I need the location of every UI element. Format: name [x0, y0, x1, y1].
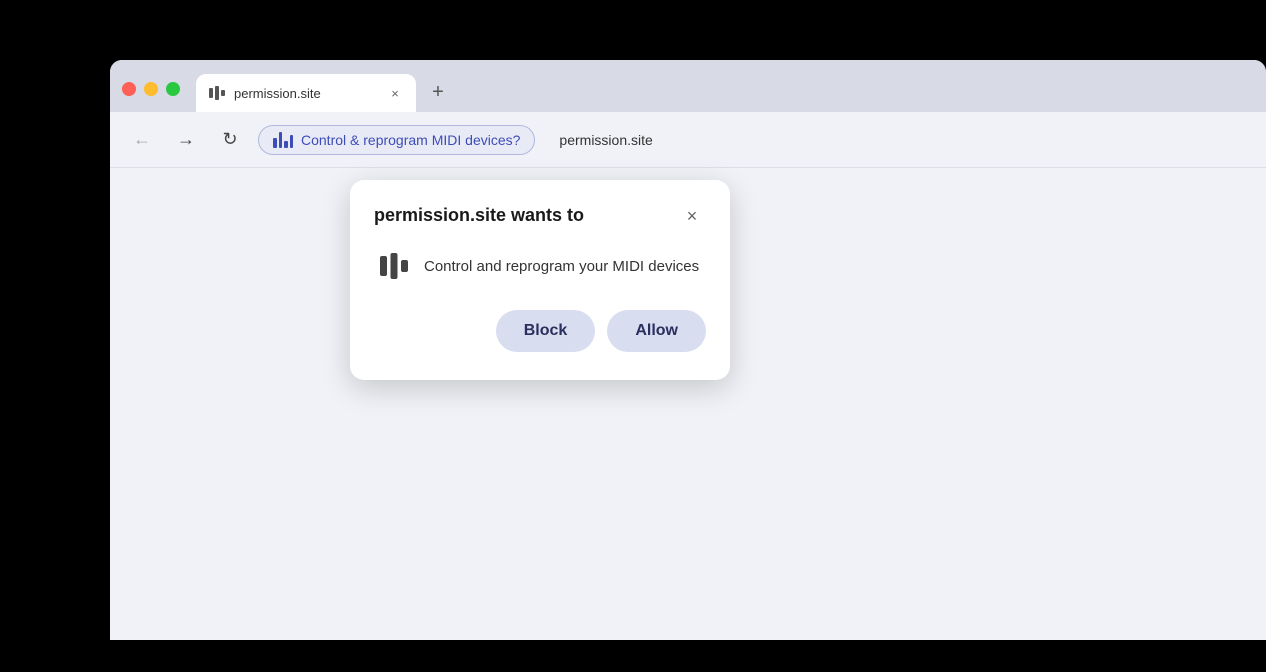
dialog-description-text: Control and reprogram your MIDI devices [424, 256, 699, 277]
forward-button[interactable]: → [170, 124, 202, 156]
close-window-button[interactable] [122, 82, 136, 96]
new-tab-button[interactable]: + [424, 78, 452, 106]
page-content: permission.site wants to × Control and r… [110, 168, 1266, 640]
toolbar: ← → ↻ Control & reprogram MIDI devices? … [110, 112, 1266, 168]
dialog-header: permission.site wants to × [374, 204, 706, 230]
midi-device-icon [378, 250, 410, 282]
tab-bar: permission.site × + [110, 60, 1266, 112]
url-display: permission.site [559, 132, 652, 148]
dialog-title: permission.site wants to [374, 204, 584, 227]
back-button[interactable]: ← [126, 124, 158, 156]
dialog-close-button[interactable]: × [678, 202, 706, 230]
reload-button[interactable]: ↻ [214, 124, 246, 156]
block-button[interactable]: Block [496, 310, 596, 352]
browser-window: permission.site × + ← → ↻ Control & repr… [110, 60, 1266, 640]
allow-button[interactable]: Allow [607, 310, 706, 352]
tab-close-button[interactable]: × [386, 84, 404, 102]
permission-chip-text: Control & reprogram MIDI devices? [301, 132, 520, 148]
window-controls [122, 82, 180, 112]
tab-favicon-icon [208, 84, 226, 102]
active-tab[interactable]: permission.site × [196, 74, 416, 112]
dialog-actions: Block Allow [374, 310, 706, 352]
permission-dialog: permission.site wants to × Control and r… [350, 180, 730, 380]
permission-chip[interactable]: Control & reprogram MIDI devices? [258, 125, 535, 155]
tab-title: permission.site [234, 86, 378, 101]
maximize-window-button[interactable] [166, 82, 180, 96]
midi-chip-icon [273, 132, 293, 148]
minimize-window-button[interactable] [144, 82, 158, 96]
dialog-content: Control and reprogram your MIDI devices [374, 250, 706, 282]
